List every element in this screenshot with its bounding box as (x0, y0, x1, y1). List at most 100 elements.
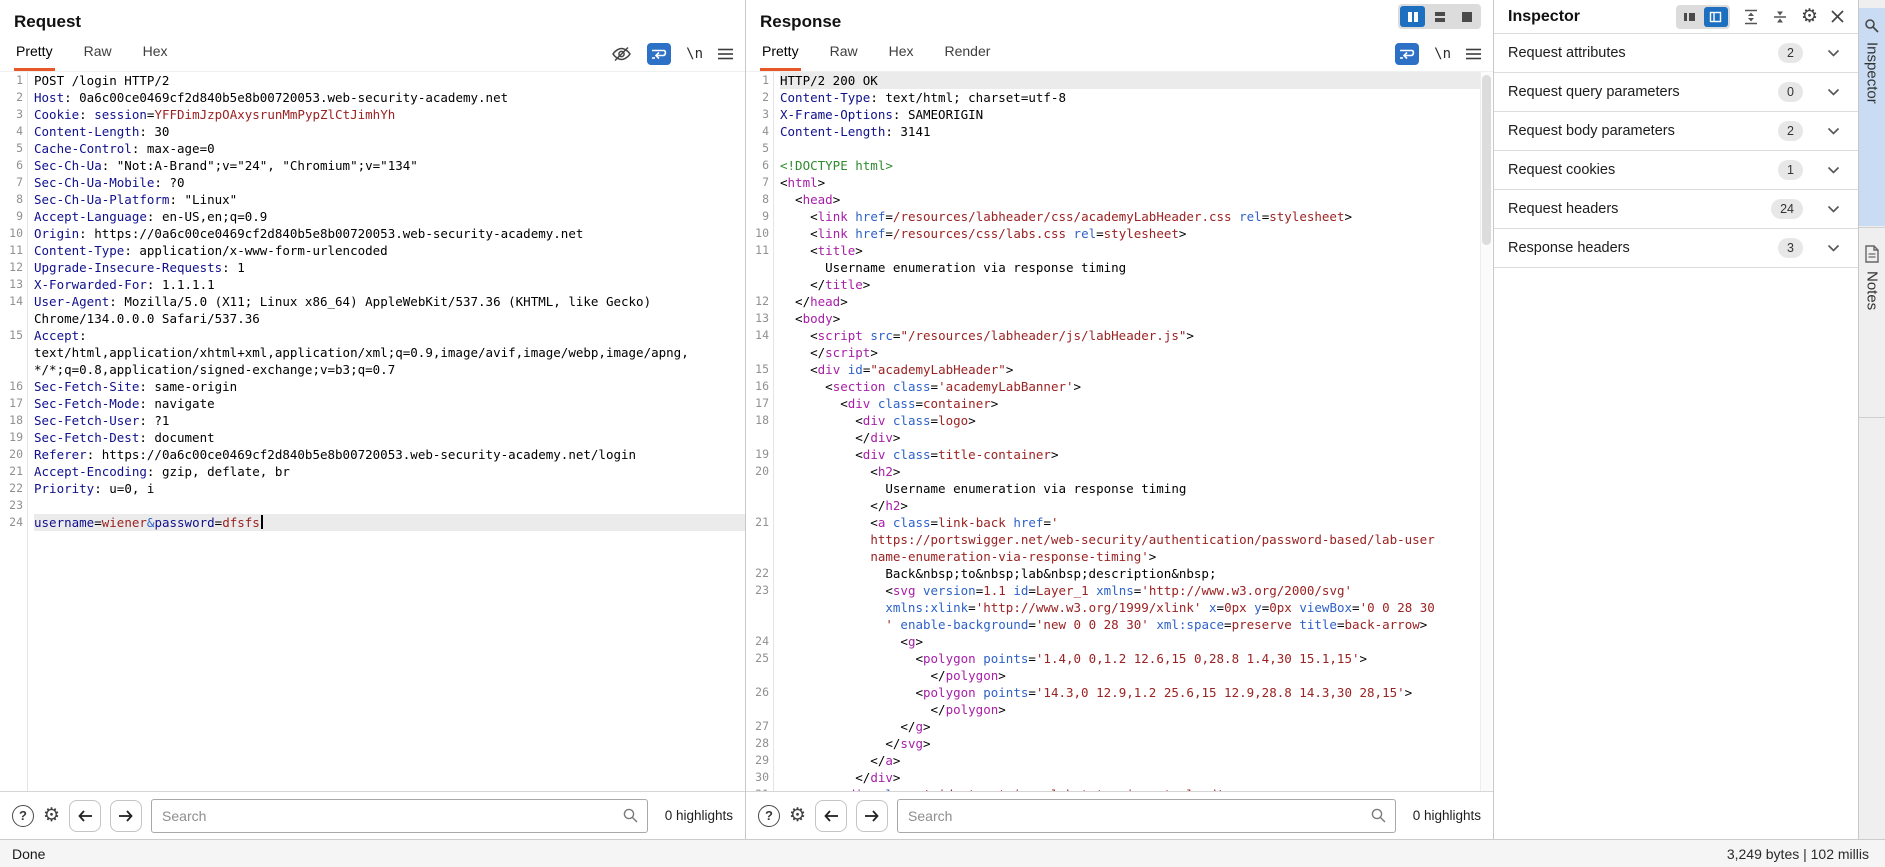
menu-icon[interactable] (718, 48, 733, 60)
menu-icon[interactable] (1466, 48, 1481, 60)
code-line[interactable]: 17 <div class=container> (746, 395, 1480, 412)
code-line[interactable]: Chrome/134.0.0.0 Safari/537.36 (0, 310, 745, 327)
code-line[interactable]: https://portswigger.net/web-security/aut… (746, 531, 1480, 548)
inspector-section-request-attributes[interactable]: Request attributes2 (1494, 34, 1858, 73)
newline-icon[interactable]: \n (1434, 46, 1451, 62)
code-line[interactable]: 26 <polygon points='14.3,0 12.9,1.2 25.6… (746, 684, 1480, 701)
code-line[interactable]: 9Accept-Language: en-US,en;q=0.9 (0, 208, 745, 225)
code-line[interactable]: 23 (0, 497, 745, 514)
tab-hex[interactable]: Hex (887, 36, 916, 71)
code-line[interactable]: 6<!DOCTYPE html> (746, 157, 1480, 174)
code-line[interactable]: */*;q=0.8,application/signed-exchange;v=… (0, 361, 745, 378)
code-line[interactable]: 20 <h2> (746, 463, 1480, 480)
previous-match-button[interactable] (69, 800, 101, 832)
code-line[interactable]: 12 </head> (746, 293, 1480, 310)
tab-pretty[interactable]: Pretty (760, 36, 801, 71)
code-line[interactable]: 24 <g> (746, 633, 1480, 650)
code-line[interactable]: 21Accept-Encoding: gzip, deflate, br (0, 463, 745, 480)
wrap-lines-icon[interactable] (647, 43, 671, 65)
code-line[interactable]: 7<html> (746, 174, 1480, 191)
response-editor[interactable]: 1HTTP/2 200 OK2Content-Type: text/html; … (746, 72, 1480, 791)
help-icon[interactable]: ? (758, 805, 780, 827)
tab-render[interactable]: Render (943, 36, 993, 71)
search-input[interactable] (897, 799, 1396, 833)
code-line[interactable]: 14User-Agent: Mozilla/5.0 (X11; Linux x8… (0, 293, 745, 310)
code-line[interactable]: 3X-Frame-Options: SAMEORIGIN (746, 106, 1480, 123)
tab-hex[interactable]: Hex (141, 36, 170, 71)
code-line[interactable]: 19 <div class=title-container> (746, 446, 1480, 463)
code-line[interactable]: 13X-Forwarded-For: 1.1.1.1 (0, 276, 745, 293)
code-line[interactable]: 24username=wiener&password=dfsfs (0, 514, 745, 531)
code-line[interactable]: 29 </a> (746, 752, 1480, 769)
code-line[interactable]: 13 <body> (746, 310, 1480, 327)
code-line[interactable]: 15Accept: (0, 327, 745, 344)
code-line[interactable]: text/html,application/xhtml+xml,applicat… (0, 344, 745, 361)
code-line[interactable]: 10 <link href=/resources/css/labs.css re… (746, 225, 1480, 242)
tab-raw[interactable]: Raw (828, 36, 860, 71)
code-line[interactable]: xmlns:xlink='http://www.w3.org/1999/xlin… (746, 599, 1480, 616)
previous-match-button[interactable] (815, 800, 847, 832)
code-line[interactable]: 5 (746, 140, 1480, 157)
code-line[interactable]: 9 <link href=/resources/labheader/css/ac… (746, 208, 1480, 225)
code-line[interactable]: 22 Back&nbsp;to&nbsp;lab&nbsp;descriptio… (746, 565, 1480, 582)
code-line[interactable]: </h2> (746, 497, 1480, 514)
code-line[interactable]: Username enumeration via response timing (746, 259, 1480, 276)
code-line[interactable]: 6Sec-Ch-Ua: "Not:A-Brand";v="24", "Chrom… (0, 157, 745, 174)
code-line[interactable]: 16 <section class='academyLabBanner'> (746, 378, 1480, 395)
gear-icon[interactable]: ⚙ (43, 806, 60, 825)
code-line[interactable]: 10Origin: https://0a6c00ce0469cf2d840b5e… (0, 225, 745, 242)
tab-pretty[interactable]: Pretty (14, 36, 55, 71)
inspector-section-request-body-parameters[interactable]: Request body parameters2 (1494, 112, 1858, 151)
code-line[interactable]: 12Upgrade-Insecure-Requests: 1 (0, 259, 745, 276)
side-tab-inspector[interactable]: Inspector (1859, 8, 1885, 226)
inspector-section-request-query-parameters[interactable]: Request query parameters0 (1494, 73, 1858, 112)
code-line[interactable]: 18 <div class=logo> (746, 412, 1480, 429)
collapse-all-icon[interactable] (1772, 9, 1788, 25)
code-line[interactable]: Username enumeration via response timing (746, 480, 1480, 497)
code-line[interactable]: 21 <a class=link-back href=' (746, 514, 1480, 531)
code-line[interactable]: 11Content-Type: application/x-www-form-u… (0, 242, 745, 259)
code-line[interactable]: 8Sec-Ch-Ua-Platform: "Linux" (0, 191, 745, 208)
code-line[interactable]: 15 <div id="academyLabHeader"> (746, 361, 1480, 378)
code-line[interactable]: </script> (746, 344, 1480, 361)
scrollbar-thumb[interactable] (1482, 75, 1491, 245)
code-line[interactable]: 1HTTP/2 200 OK (746, 72, 1480, 89)
tab-raw[interactable]: Raw (82, 36, 114, 71)
single-pane-icon[interactable] (1454, 6, 1479, 27)
inspector-section-request-cookies[interactable]: Request cookies1 (1494, 151, 1858, 190)
code-line[interactable]: 3Cookie: session=YFFDimJzpOAxysrunMmPypZ… (0, 106, 745, 123)
inspector-section-request-headers[interactable]: Request headers24 (1494, 190, 1858, 229)
newline-icon[interactable]: \n (686, 46, 703, 62)
search-input[interactable] (151, 799, 648, 833)
expand-all-icon[interactable] (1743, 9, 1759, 25)
request-editor[interactable]: 1POST /login HTTP/22Host: 0a6c00ce0469cf… (0, 72, 745, 791)
next-match-button[interactable] (110, 800, 142, 832)
code-line[interactable]: 4Content-Length: 30 (0, 123, 745, 140)
response-scrollbar[interactable] (1480, 72, 1492, 791)
code-line[interactable]: </polygon> (746, 701, 1480, 718)
eye-off-icon[interactable] (611, 45, 632, 63)
close-icon[interactable] (1831, 10, 1844, 23)
dock-bottom-icon[interactable] (1678, 7, 1702, 27)
code-line[interactable]: 1POST /login HTTP/2 (0, 72, 745, 89)
dock-right-icon[interactable] (1704, 7, 1728, 27)
code-line[interactable]: 7Sec-Ch-Ua-Mobile: ?0 (0, 174, 745, 191)
code-line[interactable]: 2Content-Type: text/html; charset=utf-8 (746, 89, 1480, 106)
code-line[interactable]: 30 </div> (746, 769, 1480, 786)
code-line[interactable]: 28 </svg> (746, 735, 1480, 752)
code-line[interactable]: 2Host: 0a6c00ce0469cf2d840b5e8b00720053.… (0, 89, 745, 106)
code-line[interactable]: 17Sec-Fetch-Mode: navigate (0, 395, 745, 412)
code-line[interactable]: 23 <svg version=1.1 id=Layer_1 xmlns='ht… (746, 582, 1480, 599)
code-line[interactable]: 27 </g> (746, 718, 1480, 735)
code-line[interactable]: 16Sec-Fetch-Site: same-origin (0, 378, 745, 395)
code-line[interactable]: name-enumeration-via-response-timing'> (746, 548, 1480, 565)
code-line[interactable]: </title> (746, 276, 1480, 293)
gear-icon[interactable]: ⚙ (1801, 7, 1818, 26)
gear-icon[interactable]: ⚙ (789, 806, 806, 825)
code-line[interactable]: 5Cache-Control: max-age=0 (0, 140, 745, 157)
code-line[interactable]: 11 <title> (746, 242, 1480, 259)
code-line[interactable]: </polygon> (746, 667, 1480, 684)
code-line[interactable]: 20Referer: https://0a6c00ce0469cf2d840b5… (0, 446, 745, 463)
code-line[interactable]: </div> (746, 429, 1480, 446)
help-icon[interactable]: ? (12, 805, 34, 827)
